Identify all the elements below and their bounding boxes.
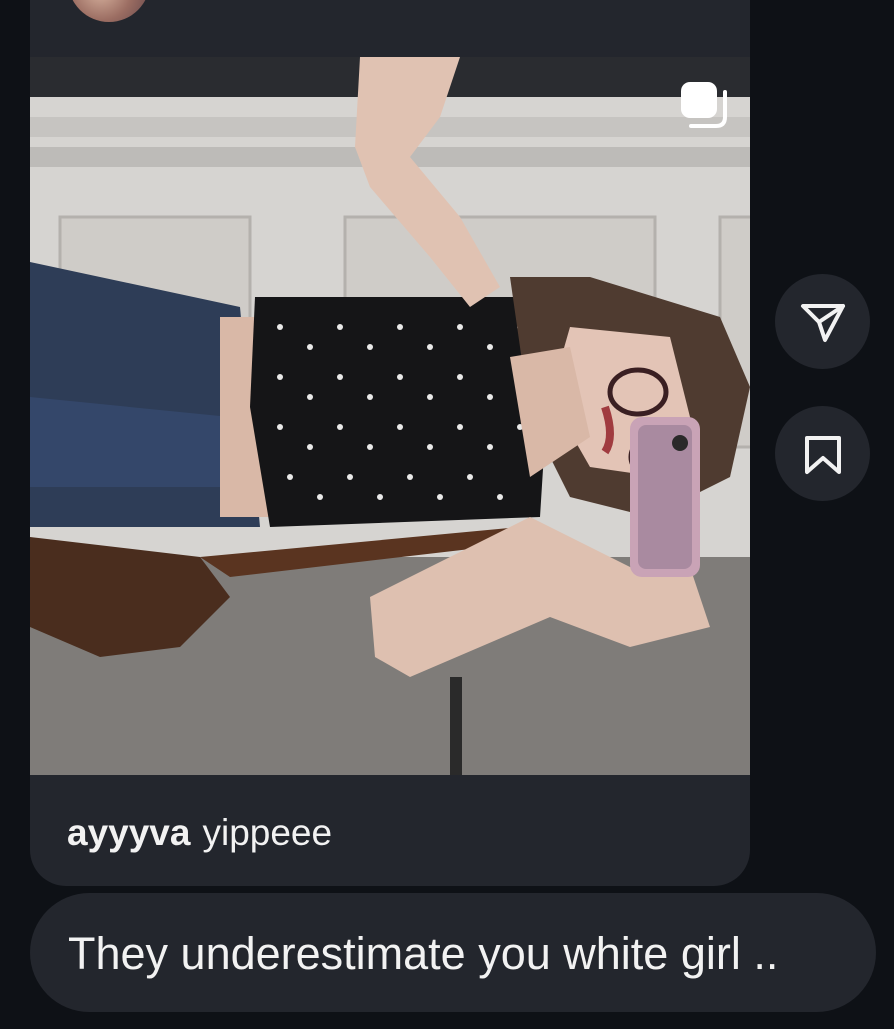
message-text: They underestimate you white girl .. xyxy=(68,928,779,979)
dm-thread: ayyyva yippeee They underestimate you whi… xyxy=(0,0,894,1029)
avatar[interactable] xyxy=(68,0,150,22)
carousel-icon xyxy=(678,79,728,129)
message-bubble[interactable]: They underestimate you white girl .. xyxy=(30,893,876,1012)
post-header[interactable] xyxy=(30,0,750,57)
bookmark-icon xyxy=(804,435,841,474)
shared-post-card[interactable]: ayyyva yippeee xyxy=(30,0,750,886)
mirror-selfie-photo xyxy=(30,57,750,775)
caption-username[interactable]: ayyyva xyxy=(67,812,190,853)
save-button[interactable] xyxy=(775,406,870,501)
send-icon xyxy=(800,303,845,342)
post-caption: ayyyva yippeee xyxy=(67,812,332,854)
caption-text: yippeee xyxy=(202,812,333,853)
share-button[interactable] xyxy=(775,274,870,369)
post-image[interactable] xyxy=(30,57,750,775)
